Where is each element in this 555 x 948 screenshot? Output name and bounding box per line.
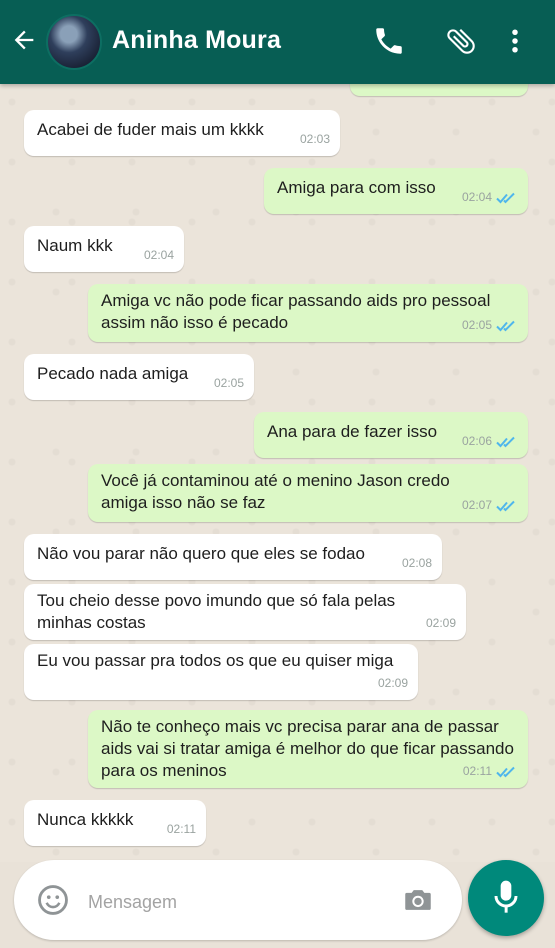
- message-incoming[interactable]: Naum kkk 02:04: [24, 226, 184, 272]
- message-text: Não te conheço mais vc precisa parar ana…: [101, 717, 514, 780]
- read-ticks-icon: [496, 318, 518, 332]
- message-time: 02:03: [299, 132, 330, 146]
- camera-icon[interactable]: [400, 883, 436, 917]
- message-incoming[interactable]: Não vou parar não quero que eles se foda…: [24, 534, 442, 580]
- message-outgoing[interactable]: Você já contaminou até o menino Jason cr…: [88, 464, 528, 522]
- message-outgoing[interactable]: Ana para de fazer isso 02:06: [254, 412, 528, 458]
- message-time: 02:04: [143, 248, 174, 262]
- message-text: Não vou parar não quero que eles se foda…: [37, 544, 365, 563]
- message-time: 02:11: [166, 822, 196, 836]
- phone-icon[interactable]: [372, 24, 406, 58]
- read-ticks-icon: [496, 434, 518, 448]
- message-time: 02:05: [461, 318, 492, 332]
- message-time: 02:04: [461, 190, 492, 204]
- chat-header: Aninha Moura: [0, 0, 555, 84]
- mic-icon: [494, 880, 518, 913]
- message-text: Eu vou passar pra todos os que eu quiser…: [37, 651, 394, 670]
- message-time: 02:07: [461, 498, 492, 512]
- message-text: Tou cheio desse povo imundo que só fala …: [37, 591, 396, 632]
- emoji-icon[interactable]: [36, 883, 70, 917]
- message-incoming[interactable]: Nunca kkkkk 02:11: [24, 800, 206, 846]
- message-input[interactable]: [86, 886, 380, 918]
- message-outgoing[interactable]: Não te conheço mais vc precisa parar ana…: [88, 710, 528, 788]
- message-outgoing[interactable]: Amiga vc não pode ficar passando aids pr…: [88, 284, 528, 342]
- message-incoming[interactable]: Acabei de fuder mais um kkkk 02:03: [24, 110, 340, 156]
- paperclip-icon[interactable]: [444, 24, 478, 58]
- message-outgoing[interactable]: Amiga para com isso 02:04: [264, 168, 528, 214]
- message-time: 02:09: [425, 616, 456, 630]
- read-ticks-icon: [496, 764, 518, 778]
- message-incoming[interactable]: Pecado nada amiga 02:05: [24, 354, 254, 400]
- message-bubble-partial: [350, 84, 528, 96]
- avatar[interactable]: [46, 14, 102, 70]
- message-text: Acabei de fuder mais um kkkk: [37, 120, 264, 139]
- mic-button[interactable]: [468, 860, 544, 936]
- message-time: 02:08: [401, 556, 432, 570]
- contact-name[interactable]: Aninha Moura: [112, 26, 281, 55]
- message-time: 02:09: [377, 676, 408, 690]
- message-time: 02:06: [461, 434, 492, 448]
- chat-area[interactable]: Acabei de fuder mais um kkkk 02:03 Amiga…: [0, 84, 555, 862]
- read-ticks-icon: [496, 498, 518, 512]
- message-composer[interactable]: [14, 860, 462, 940]
- message-text: Amiga vc não pode ficar passando aids pr…: [101, 291, 491, 332]
- read-ticks-icon: [496, 190, 518, 204]
- message-text: Pecado nada amiga: [37, 364, 189, 383]
- back-arrow-icon[interactable]: [10, 26, 38, 56]
- message-time: 02:11: [462, 764, 492, 778]
- message-time: 02:05: [213, 376, 244, 390]
- more-vert-icon[interactable]: [500, 24, 530, 58]
- message-incoming[interactable]: Tou cheio desse povo imundo que só fala …: [24, 584, 466, 640]
- message-text: Você já contaminou até o menino Jason cr…: [101, 471, 450, 512]
- message-incoming[interactable]: Eu vou passar pra todos os que eu quiser…: [24, 644, 418, 700]
